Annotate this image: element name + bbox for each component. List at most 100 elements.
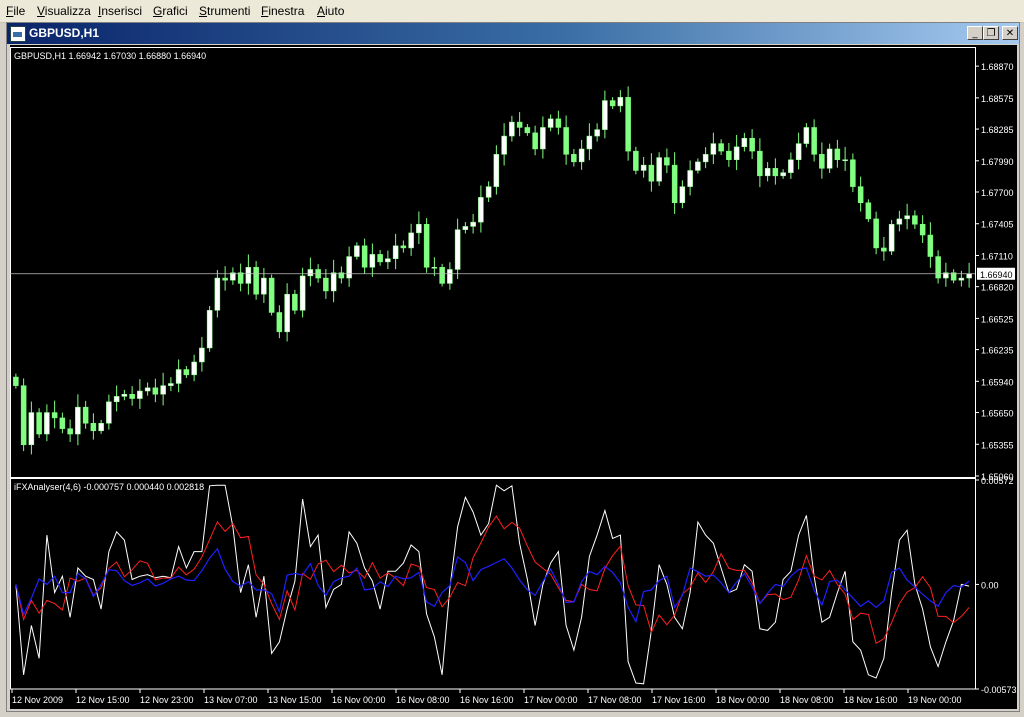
candle-body	[59, 417, 66, 429]
x-tick-label: 16 Nov 00:00	[332, 695, 386, 705]
candle-body	[594, 129, 600, 137]
candle-body	[958, 277, 965, 281]
y-tick-label: 1.66820	[981, 283, 1014, 293]
chart-background	[10, 45, 1017, 709]
candle-body	[82, 406, 89, 424]
candle-body	[811, 127, 817, 155]
candle-body	[555, 118, 562, 128]
candle-body	[509, 121, 515, 137]
candle-body	[485, 186, 492, 198]
chart-window-icon	[10, 26, 26, 42]
candle-body	[106, 401, 112, 424]
candle-body	[330, 272, 337, 292]
candle-body	[741, 137, 748, 148]
candle-body	[416, 224, 422, 234]
candle-body	[896, 218, 903, 225]
candle-body	[656, 157, 662, 182]
candle-body	[664, 157, 670, 166]
candle-body	[245, 267, 252, 284]
candle-body	[772, 168, 779, 177]
window-titlebar[interactable]: GBPUSD,H1 _ ❐ ✕	[7, 23, 1019, 44]
candle-body	[563, 127, 569, 155]
candle-body	[935, 256, 941, 279]
candle-body	[927, 234, 934, 257]
candle-body	[253, 267, 259, 295]
candle-body	[966, 273, 972, 279]
menu-file[interactable]: File	[6, 4, 25, 18]
candle-body	[478, 197, 484, 223]
y-tick-label: 1.66525	[981, 314, 1014, 324]
candle-body	[516, 121, 523, 128]
candle-body	[454, 229, 461, 270]
oscillator-label: iFXAnalyser(4,6) -0.000757 0.000440 0.00…	[14, 482, 204, 492]
osc-y-tick-label: 0.00572	[981, 476, 1014, 486]
candle-body	[501, 135, 507, 155]
x-tick-label: 17 Nov 00:00	[524, 695, 578, 705]
x-tick-label: 12 Nov 15:00	[76, 695, 130, 705]
candle-body	[578, 148, 585, 163]
candle-body	[323, 277, 329, 292]
y-tick-label: 1.67990	[981, 157, 1014, 167]
candle-body	[276, 312, 283, 333]
x-tick-label: 13 Nov 15:00	[268, 695, 322, 705]
candle-body	[571, 154, 577, 163]
candle-body	[361, 245, 368, 268]
x-tick-label: 16 Nov 16:00	[460, 695, 514, 705]
candle-body	[733, 146, 740, 160]
candle-body	[20, 385, 27, 446]
candle-body	[206, 310, 213, 349]
y-tick-label: 1.67110	[981, 251, 1013, 261]
candle-body	[788, 159, 794, 173]
candle-body	[292, 293, 298, 311]
x-tick-label: 18 Nov 00:00	[716, 695, 770, 705]
candle-body	[44, 412, 50, 435]
candle-body	[687, 170, 693, 187]
candle-body	[586, 135, 593, 150]
menu-strumenti[interactable]: Strumenti	[199, 4, 250, 18]
candle-body	[803, 127, 810, 144]
menu-visualizza[interactable]: Visualizza	[37, 4, 91, 18]
minimize-button[interactable]: _	[967, 26, 983, 40]
candle-body	[640, 164, 647, 171]
candle-body	[144, 387, 151, 392]
candle-body	[183, 369, 190, 376]
candle-body	[919, 224, 926, 236]
candle-body	[671, 164, 678, 204]
candle-body	[51, 412, 58, 419]
menu-grafici[interactable]: Grafici	[153, 4, 188, 18]
candle-body	[423, 224, 430, 268]
osc-y-tick-label: -0.00573	[981, 685, 1017, 695]
candle-body	[881, 247, 887, 252]
candle-body	[695, 161, 701, 171]
menu-inserisci[interactable]: Inserisci	[98, 4, 142, 18]
menu-aiuto[interactable]: Aiuto	[317, 4, 344, 18]
candle-body	[439, 267, 445, 284]
candle-body	[67, 428, 73, 435]
candle-body	[354, 245, 360, 257]
y-tick-label: 1.68575	[981, 94, 1014, 104]
candle-body	[609, 100, 616, 107]
candle-body	[408, 232, 414, 249]
y-tick-label: 1.67405	[981, 220, 1014, 230]
chart-area[interactable]: 1.68870 1.68575 1.68285 1.67990 1.67700 1.674…	[10, 45, 1017, 709]
candle-body	[819, 154, 825, 169]
restore-button[interactable]: ❐	[983, 26, 999, 40]
candle-body	[129, 393, 135, 399]
candle-body	[648, 164, 655, 182]
close-button[interactable]: ✕	[1002, 26, 1018, 40]
x-tick-label: 12 Nov 23:00	[140, 695, 194, 705]
candle-body	[873, 218, 879, 249]
candle-body	[447, 269, 453, 284]
candle-body	[160, 385, 166, 395]
candle-body	[121, 393, 128, 397]
candle-body	[284, 293, 290, 333]
candle-body	[307, 269, 314, 277]
menu-finestra[interactable]: Finestra	[261, 4, 304, 18]
candle-body	[199, 347, 205, 363]
menu-bar: File Visualizza Inserisci Grafici Strume…	[0, 0, 1024, 23]
x-tick-label: 18 Nov 16:00	[844, 695, 898, 705]
candle-body	[191, 361, 197, 376]
candle-body	[617, 97, 624, 107]
candle-body	[493, 154, 500, 187]
y-tick-label: 1.65940	[981, 377, 1014, 387]
